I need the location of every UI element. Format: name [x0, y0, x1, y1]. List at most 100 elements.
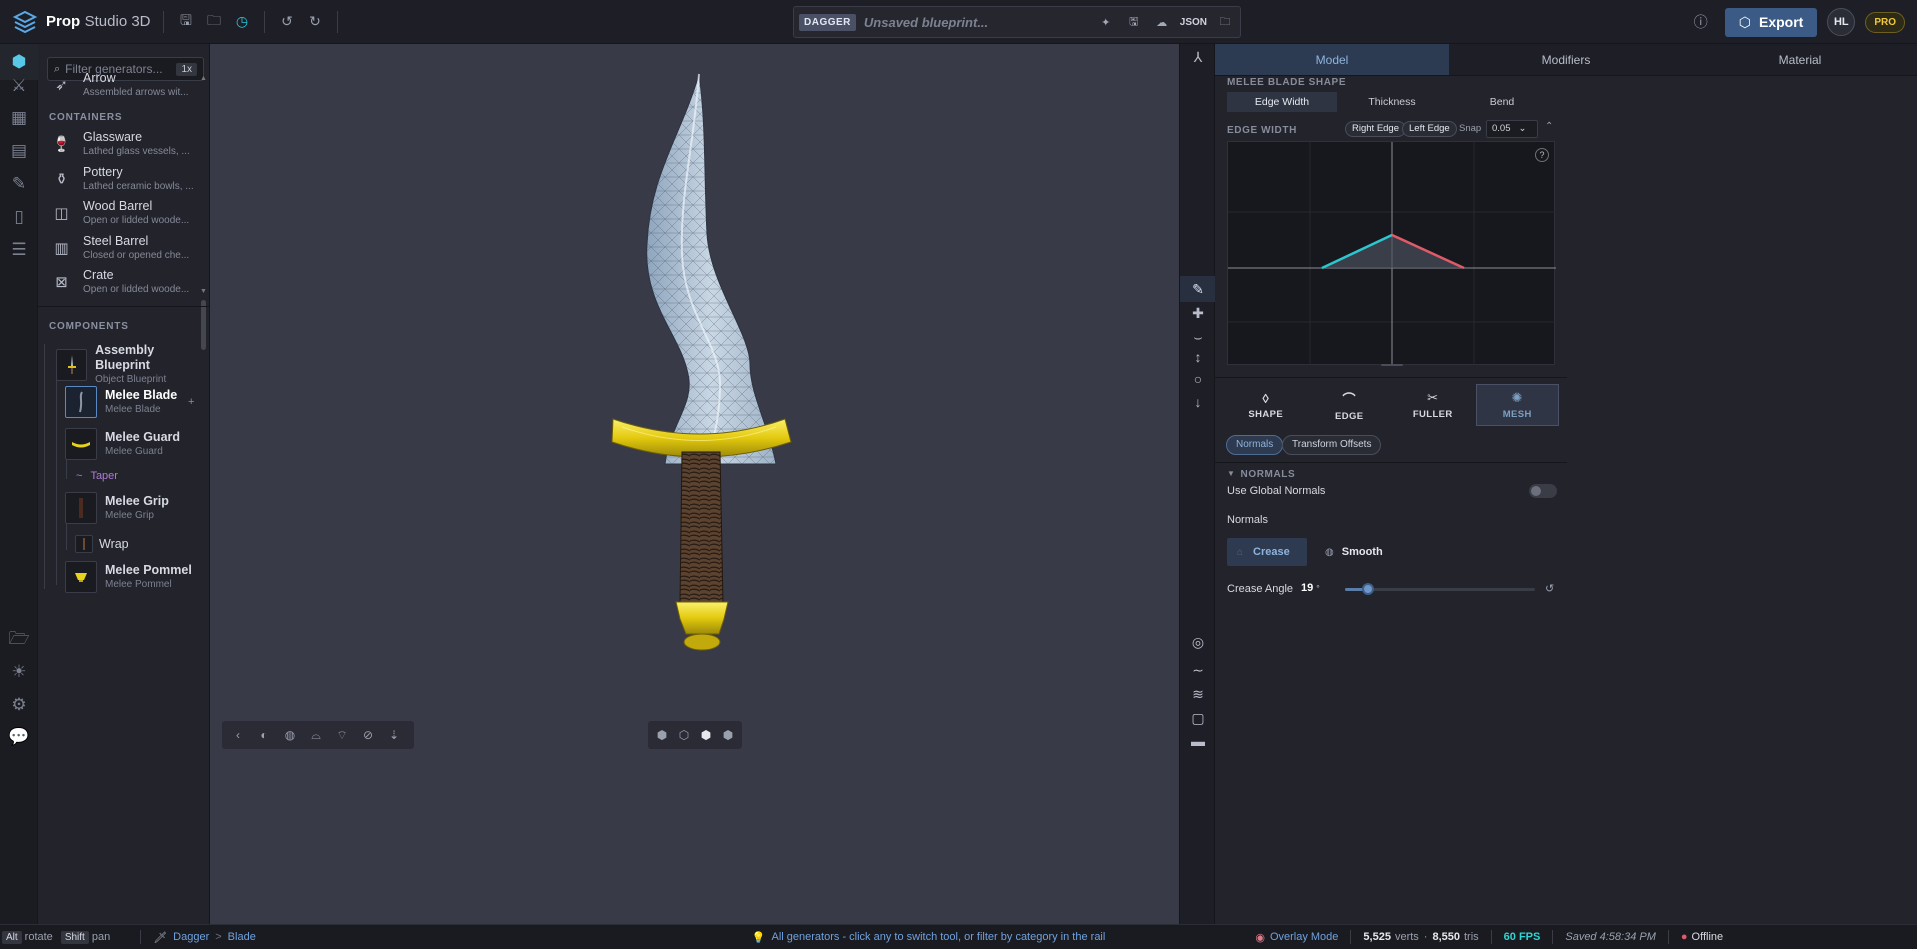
generator-name: Arrow	[83, 71, 116, 85]
sun-icon[interactable]: ☀	[0, 654, 38, 690]
right-edge-chip[interactable]: Right Edge	[1345, 121, 1407, 137]
normals-section-header[interactable]: ▼ NORMALS	[1227, 469, 1295, 480]
generator-glassware[interactable]: 🍷 Glassware Lathed glass vessels, ...	[48, 130, 198, 170]
mode-shape[interactable]: ◊ SHAPE	[1225, 384, 1307, 426]
tab-modifiers[interactable]: Modifiers	[1449, 44, 1683, 75]
tab-material[interactable]: Material	[1683, 44, 1917, 75]
lit-view-icon[interactable]: ⬢	[698, 728, 714, 742]
modifier-taper[interactable]: ~ Taper	[76, 470, 118, 482]
pin-icon[interactable]: ⇣	[384, 728, 404, 742]
pill-icon[interactable]: ▬	[1180, 728, 1216, 754]
shading-icon[interactable]: ◐	[254, 728, 274, 742]
breadcrumb-blade[interactable]: Blade	[228, 931, 256, 943]
crease-label: Crease	[1253, 546, 1290, 558]
component-assembly-blueprint[interactable]: Assembly Blueprint Object Blueprint	[56, 343, 209, 386]
open-folder-icon[interactable]: 🗀	[200, 8, 228, 36]
overlay-mode-toggle[interactable]: Overlay Mode	[1270, 931, 1338, 943]
blueprint-name-field[interactable]: Unsaved blueprint...	[864, 15, 1088, 30]
arch-icon: ⌒	[1342, 391, 1356, 407]
redo-icon[interactable]: ↻	[301, 8, 329, 36]
resize-handle[interactable]	[1381, 364, 1403, 366]
cloud-icon[interactable]: ☁	[1152, 16, 1172, 29]
fps-counter: 60 FPS	[1503, 931, 1541, 943]
smooth-button[interactable]: ◍ Smooth	[1319, 538, 1389, 566]
crease-button[interactable]: ⌂ Crease	[1227, 538, 1307, 566]
save-blueprint-icon[interactable]: 🖫	[1124, 13, 1144, 32]
hide-icon[interactable]: ⊘	[358, 728, 378, 742]
sparkle-icon[interactable]: ✦	[1096, 16, 1116, 29]
smooth-label: Smooth	[1341, 546, 1383, 558]
pill-transform-offsets[interactable]: Transform Offsets	[1282, 435, 1382, 455]
snap-value: 0.05	[1492, 123, 1511, 134]
segment-bend[interactable]: Bend	[1447, 92, 1557, 112]
json-button[interactable]: JSON	[1180, 17, 1207, 28]
chat-icon[interactable]: 💬	[0, 719, 38, 755]
axes-icon[interactable]: ⅄	[1180, 44, 1216, 70]
mode-fuller[interactable]: ✂ FULLER	[1392, 384, 1474, 426]
user-avatar[interactable]: HL	[1827, 8, 1856, 36]
component-wrap[interactable]: Wrap	[75, 535, 129, 553]
database-icon[interactable]: ☰	[0, 232, 38, 268]
left-edge-chip[interactable]: Left Edge	[1402, 121, 1457, 137]
3d-viewport[interactable]: ‹ ◐ ◍ ⌓ ⌔ ⊘ ⇣ ⬢ ⬡ ⬢ ⬢	[210, 44, 1179, 924]
dagger-model[interactable]	[210, 44, 1179, 924]
generator-wood-barrel[interactable]: ◫ Wood Barrel Open or lidded woode...	[48, 199, 198, 239]
help-button[interactable]: ?	[1535, 148, 1549, 162]
collapse-icon[interactable]: ⌃	[1545, 121, 1553, 132]
component-melee-guard[interactable]: Melee Guard Melee Guard	[65, 428, 180, 460]
pen-icon[interactable]: ✎	[0, 166, 38, 202]
chevron-left-icon[interactable]: ‹	[228, 728, 248, 742]
target-icon[interactable]: ◎	[1180, 629, 1216, 655]
scroll-up-icon[interactable]: ▲	[200, 75, 207, 82]
pin-down-icon[interactable]: ↓	[1180, 389, 1216, 415]
wave-icon[interactable]: ∼	[1180, 657, 1216, 683]
snap-chip[interactable]: Snap	[1453, 122, 1487, 138]
folder-icon[interactable]: 🗀	[1215, 13, 1235, 32]
ground-icon[interactable]: ⌓	[306, 728, 326, 743]
wireframe-ground-icon[interactable]: ⌔	[332, 728, 352, 743]
snap-select[interactable]: 0.05 ⌄	[1486, 120, 1538, 138]
wire-view-icon[interactable]: ⬡	[676, 728, 692, 742]
scroll-down-icon[interactable]: ▼	[200, 288, 207, 295]
gear-icon[interactable]: ⚙	[0, 687, 38, 723]
history-icon[interactable]: ◷	[228, 8, 256, 36]
mode-mesh[interactable]: ✺ MESH	[1475, 384, 1559, 426]
generator-crate[interactable]: ⊠ Crate Open or lidded woode...	[48, 268, 198, 308]
export-label: Export	[1758, 14, 1804, 30]
solid-view-icon[interactable]: ⬢	[654, 728, 670, 742]
cross-icon[interactable]: ✚	[1180, 300, 1216, 326]
hatch-icon[interactable]: ≋	[1180, 681, 1216, 707]
component-melee-pommel[interactable]: Melee Pommel Melee Pommel	[65, 561, 192, 593]
document-icon[interactable]: ▯	[0, 199, 38, 235]
segment-thickness[interactable]: Thickness	[1337, 92, 1447, 112]
sword-icon[interactable]: ⚔	[0, 68, 38, 104]
edge-width-curve-editor[interactable]: ?	[1227, 141, 1556, 366]
generator-arrow[interactable]: ➶ Arrow Assembled arrows wit...	[48, 71, 198, 111]
cabinet-icon[interactable]: ▤	[0, 133, 38, 169]
grid-icon[interactable]: ▦	[0, 100, 38, 136]
reset-icon[interactable]: ↺	[1545, 582, 1554, 595]
curve-graph[interactable]	[1228, 142, 1556, 366]
export-button[interactable]: ⬡ Export	[1724, 7, 1818, 37]
breadcrumb-dagger[interactable]: Dagger	[173, 931, 209, 943]
crease-angle-value[interactable]: 19 °	[1301, 582, 1320, 594]
brush-icon[interactable]: ✎	[1180, 276, 1216, 302]
save-icon[interactable]: 🖫	[172, 8, 200, 36]
tab-model[interactable]: Model	[1215, 44, 1449, 75]
mode-edge[interactable]: ⌒ EDGE	[1309, 384, 1391, 426]
component-melee-blade[interactable]: Melee Blade Melee Blade	[65, 386, 177, 418]
flat-view-icon[interactable]: ⬢	[720, 728, 736, 742]
component-sub: Melee Guard	[105, 446, 163, 457]
undo-icon[interactable]: ↺	[273, 8, 301, 36]
use-global-normals-toggle[interactable]	[1529, 484, 1557, 498]
segment-edge-width[interactable]: Edge Width	[1227, 92, 1337, 112]
component-melee-grip[interactable]: Melee Grip Melee Grip	[65, 492, 169, 524]
help-icon[interactable]: ⓘ	[1687, 8, 1715, 36]
folder-icon[interactable]: 🗁	[0, 622, 38, 658]
sun-burst-icon: ✺	[1511, 390, 1523, 405]
add-modifier-button[interactable]: +	[188, 396, 194, 408]
crease-angle-slider-knob[interactable]	[1362, 583, 1374, 595]
material-icon[interactable]: ◍	[280, 728, 300, 742]
pill-normals[interactable]: Normals	[1226, 435, 1284, 455]
view-mode-toolbar: ⬢ ⬡ ⬢ ⬢	[648, 721, 742, 749]
